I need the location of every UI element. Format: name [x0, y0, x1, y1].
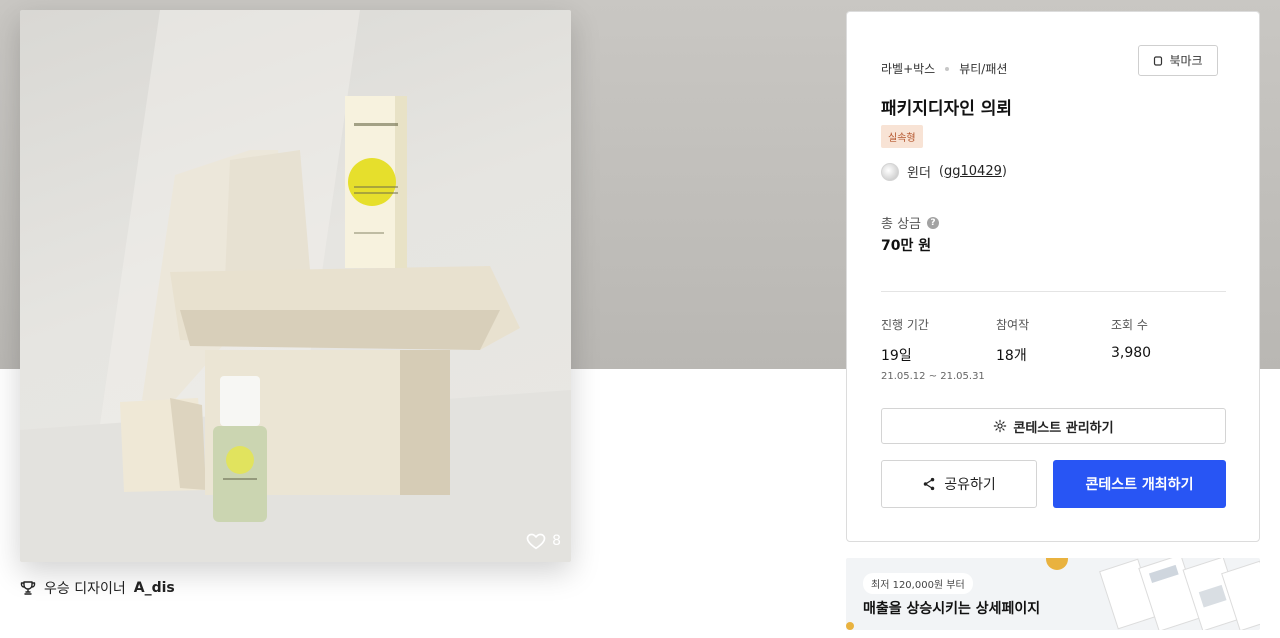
contest-title: 패키지디자인 의뢰 — [881, 99, 1013, 119]
prize-value: 70만 원 — [881, 238, 932, 254]
stat-views-label: 조회 수 — [1111, 318, 1148, 332]
host-name: 윈더 — [907, 166, 931, 181]
prize-label: 총 상금 ? — [881, 213, 940, 232]
ad-banner[interactable]: 최저 120,000원 부터 매출을 상승시키는 상세페이지 — [846, 558, 1260, 630]
ad-title: 매출을 상승시키는 상세페이지 — [863, 601, 1041, 617]
divider — [881, 291, 1226, 292]
gear-icon — [994, 419, 1007, 433]
share-icon — [923, 477, 935, 491]
manage-contest-button[interactable]: 콘테스트 관리하기 — [881, 408, 1226, 444]
manage-contest-label: 콘테스트 관리하기 — [1013, 420, 1114, 436]
stat-views-value: 3,980 — [1111, 345, 1152, 361]
bookmark-icon — [1154, 55, 1163, 66]
stat-period: 진행 기간 19일 21.05.12 ~ 21.05.31 — [881, 316, 985, 382]
heart-icon — [526, 533, 546, 550]
share-label: 공유하기 — [944, 477, 996, 493]
category-primary[interactable]: 라벨+박스 — [881, 60, 935, 77]
plan-badge: 실속형 — [881, 125, 923, 148]
stat-views: 조회 수 3,980 — [1111, 316, 1151, 361]
host-id-link[interactable]: gg10429 — [944, 164, 1002, 179]
bookmark-button[interactable]: 북마크 — [1138, 45, 1218, 76]
stat-period-range: 21.05.12 ~ 21.05.31 — [881, 371, 985, 382]
category-breadcrumb: 라벨+박스 뷰티/패션 — [881, 60, 1007, 77]
winner-name[interactable]: A_dis — [134, 580, 175, 596]
stat-period-label: 진행 기간 — [881, 318, 929, 332]
open-contest-button[interactable]: 콘테스트 개최하기 — [1053, 460, 1226, 508]
contest-info-card: 라벨+박스 뷰티/패션 북마크 패키지디자인 의뢰 실속형 윈더 (gg1042… — [846, 11, 1260, 542]
separator-dot — [945, 66, 950, 71]
host-avatar — [881, 162, 899, 181]
decorative-dot — [846, 622, 854, 630]
contest-hero-image[interactable]: 8 — [20, 10, 571, 562]
like-count: 8 — [552, 533, 561, 549]
host-id-wrapper: (gg10429) — [938, 164, 1007, 179]
ad-price-pill: 최저 120,000원 부터 — [863, 573, 973, 594]
winner-prefix: 우승 디자이너 — [44, 581, 126, 597]
trophy-icon — [20, 581, 36, 595]
category-secondary[interactable]: 뷰티/패션 — [959, 60, 1007, 77]
bookmark-label: 북마크 — [1169, 54, 1203, 68]
prize-label-text: 총 상금 — [881, 217, 922, 232]
help-icon[interactable]: ? — [927, 216, 940, 229]
winner-designer: 우승 디자이너 A_dis — [20, 578, 175, 598]
product-photo — [20, 10, 571, 562]
decorative-coin — [1046, 558, 1068, 570]
stat-entries: 참여작 18개 — [996, 316, 1029, 365]
ad-page-thumbnails — [1099, 558, 1260, 630]
stat-entries-label: 참여작 — [996, 318, 1030, 332]
stat-entries-value: 18개 — [996, 348, 1027, 364]
like-counter[interactable]: 8 — [526, 532, 561, 550]
host-info: 윈더 (gg10429) — [881, 162, 1007, 181]
stat-period-value: 19일 — [881, 348, 912, 364]
share-button[interactable]: 공유하기 — [881, 460, 1037, 508]
